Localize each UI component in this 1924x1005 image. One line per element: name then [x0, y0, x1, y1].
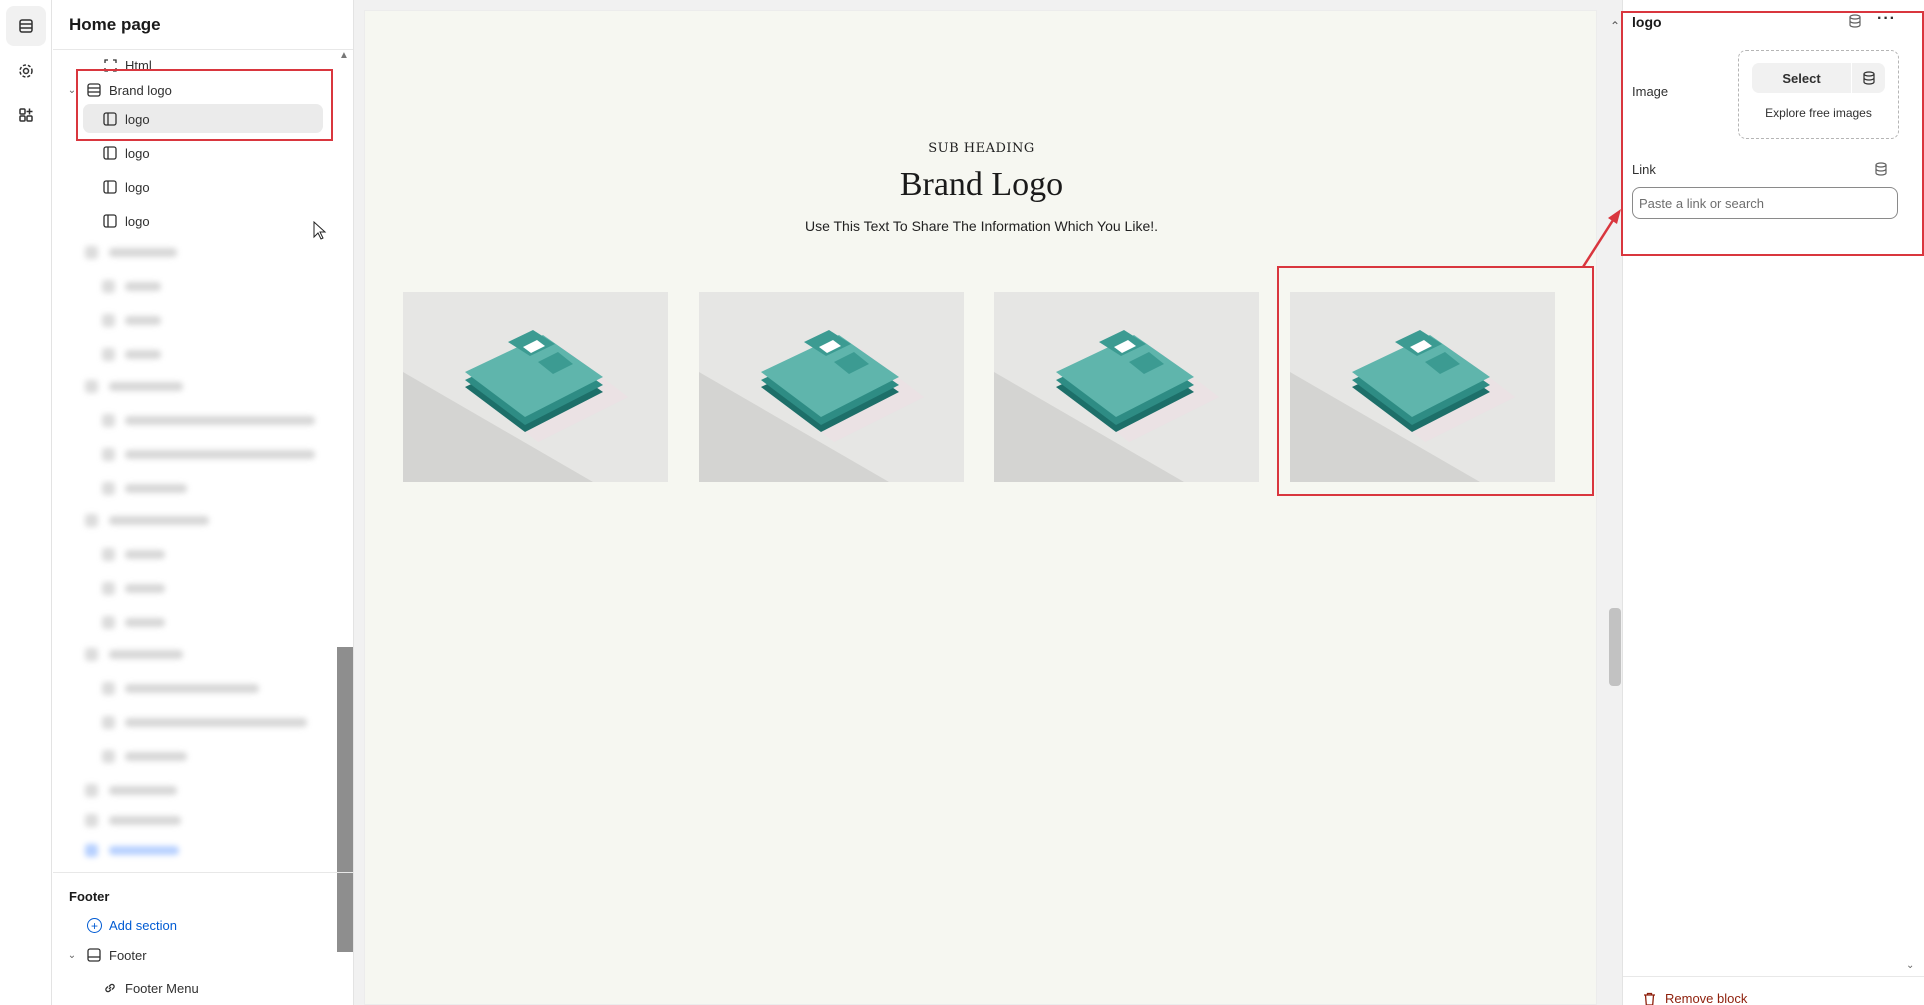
tree-item-label: Brand logo	[109, 82, 172, 98]
storefront-preview[interactable]: SUB HEADING Brand Logo Use This Text To …	[364, 10, 1621, 1005]
chevron-down-icon[interactable]: ⌄	[1906, 960, 1914, 971]
tree-item-footer-menu[interactable]: Footer Menu	[53, 973, 337, 1003]
tshirt-placeholder-icon	[1290, 330, 1515, 482]
block-icon	[102, 179, 118, 195]
block-icon	[102, 145, 118, 161]
apps-icon[interactable]	[6, 95, 46, 135]
tree-section-footer[interactable]: ⌄ Footer	[53, 940, 337, 970]
tree-item-label: logo	[125, 145, 150, 161]
tree-item-logo-1[interactable]: logo	[53, 104, 337, 134]
block-icon	[102, 111, 118, 127]
tree-item-label: logo	[125, 179, 150, 195]
footer-section-icon	[86, 947, 102, 963]
preview-scroll-up-icon[interactable]: ⌃	[1610, 19, 1620, 33]
tshirt-placeholder-icon	[699, 330, 924, 482]
section-icon	[86, 82, 102, 98]
logo-tile[interactable]	[699, 292, 964, 482]
sections-icon[interactable]	[6, 6, 46, 46]
sidebar-scroll-thumb[interactable]	[337, 647, 353, 952]
mouse-cursor-icon	[313, 221, 327, 240]
block-title: logo	[1632, 14, 1662, 30]
tree-item-label: logo	[125, 213, 150, 229]
gear-icon[interactable]	[6, 51, 46, 91]
html-block-icon	[102, 57, 118, 73]
sidebar-header: Home page	[53, 0, 353, 50]
image-picker[interactable]: Select Explore free images	[1738, 50, 1899, 139]
database-icon	[1862, 71, 1875, 85]
link-input[interactable]	[1632, 187, 1898, 219]
image-label: Image	[1632, 84, 1669, 99]
link-icon	[102, 980, 118, 996]
image-library-button[interactable]	[1852, 63, 1885, 93]
explore-free-images-link[interactable]: Explore free images	[1739, 106, 1898, 120]
chevron-up-icon[interactable]: ⌃	[1906, 0, 1914, 7]
preview-canvas: SUB HEADING Brand Logo Use This Text To …	[354, 0, 1622, 1005]
chevron-down-icon[interactable]: ⌄	[65, 948, 79, 962]
logo-tile-selected[interactable]	[1290, 292, 1555, 482]
tree-item-label: Footer	[109, 947, 147, 963]
tree-item-logo-3[interactable]: logo	[53, 172, 337, 202]
preview-description: Use This Text To Share The Information W…	[804, 218, 1159, 234]
tshirt-placeholder-icon	[403, 330, 628, 482]
tree-section-brand-logo[interactable]: ⌄ Brand logo	[53, 75, 337, 105]
icon-rail	[0, 0, 52, 1005]
remove-block-label: Remove block	[1665, 991, 1748, 1005]
tree-item-label: Html	[125, 57, 152, 73]
trash-icon	[1644, 992, 1655, 1005]
preview-scroll-thumb[interactable]	[1609, 608, 1621, 686]
plus-circle-icon: +	[87, 918, 102, 933]
tree-item-logo-4[interactable]: logo	[53, 206, 337, 236]
remove-block-button[interactable]: Remove block	[1643, 991, 1747, 1005]
add-section-label: Add section	[109, 918, 177, 933]
database-icon[interactable]	[1848, 14, 1862, 33]
sections-sidebar: Home page Html ⌄ Brand logo logo logo lo…	[53, 0, 354, 1005]
logo-tile[interactable]	[403, 292, 668, 482]
tree-item-label: logo	[125, 111, 150, 127]
link-label: Link	[1632, 162, 1656, 177]
select-image-button[interactable]: Select	[1752, 63, 1851, 93]
preview-sub-heading: SUB HEADING	[928, 141, 1035, 156]
database-icon[interactable]	[1874, 162, 1888, 181]
add-section-button[interactable]: + Add section	[87, 918, 177, 933]
footer-group: Footer + Add section ⌄ Footer Footer Men…	[53, 872, 353, 996]
preview-title: Brand Logo	[899, 166, 1064, 203]
tshirt-placeholder-icon	[994, 330, 1219, 482]
scroll-up-icon[interactable]: ▲	[339, 50, 349, 61]
chevron-down-icon[interactable]: ⌄	[65, 83, 79, 97]
logo-tile[interactable]	[994, 292, 1259, 482]
footer-group-title: Footer	[69, 889, 110, 904]
tree-item-label: Footer Menu	[125, 980, 199, 996]
block-icon	[102, 213, 118, 229]
tree-item-logo-2[interactable]: logo	[53, 138, 337, 168]
panel-footer: Remove block	[1623, 976, 1924, 1005]
block-settings-panel: ⌃ logo ··· Image Select Explore free ima…	[1622, 0, 1924, 1005]
more-options-icon[interactable]: ···	[1877, 10, 1896, 28]
page-title: Home page	[69, 15, 161, 34]
